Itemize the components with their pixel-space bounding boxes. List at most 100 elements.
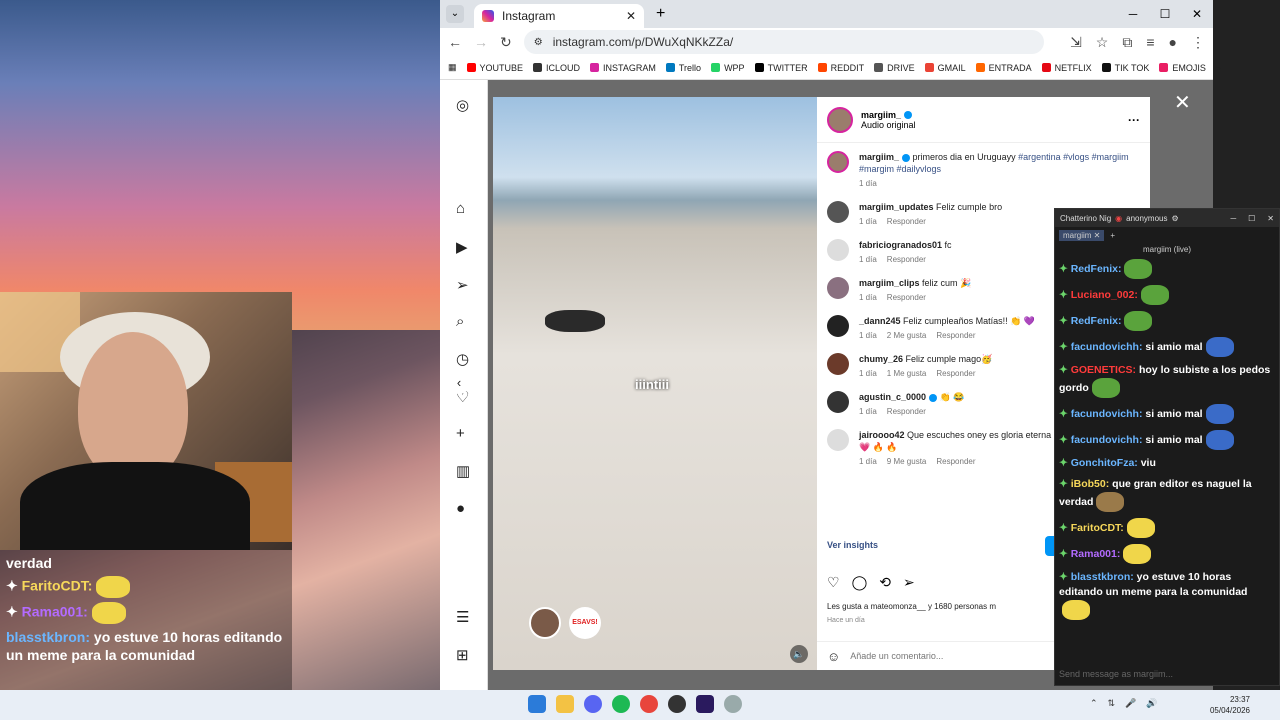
avatar[interactable]	[827, 201, 849, 223]
avatar[interactable]	[827, 315, 849, 337]
profile-icon[interactable]: ●	[1169, 34, 1177, 51]
chrome-icon[interactable]	[640, 695, 658, 713]
avatar[interactable]	[827, 106, 853, 133]
bookmark-netflix[interactable]: NETFLIX	[1041, 63, 1092, 73]
bookmark-star-icon[interactable]: ☆	[1096, 34, 1109, 51]
bookmark-entrada[interactable]: ENTRADA	[975, 63, 1032, 73]
maximize-icon[interactable]: ☐	[1248, 214, 1255, 223]
home-icon[interactable]: ⌂	[456, 200, 465, 217]
more-options-icon[interactable]: ···	[1128, 113, 1140, 127]
chat-username[interactable]: GOENETICS:	[1071, 364, 1136, 376]
bookmark-trello[interactable]: Trello	[665, 63, 701, 73]
chevron-up-icon[interactable]: ⌃	[1090, 698, 1098, 709]
reply-button[interactable]: Responder	[887, 407, 926, 416]
chatterino-icon[interactable]	[724, 695, 742, 713]
chat-username[interactable]: Luciano_002:	[1071, 289, 1138, 301]
avatar[interactable]	[827, 151, 849, 173]
install-icon[interactable]: ⇲	[1070, 34, 1082, 51]
repost-icon[interactable]: ⟲	[879, 574, 891, 591]
start-icon[interactable]	[528, 695, 546, 713]
explorer-icon[interactable]	[556, 695, 574, 713]
more-bookmarks-icon[interactable]: »	[1216, 63, 1221, 73]
menu-icon[interactable]: ⋮	[1191, 34, 1205, 51]
reply-button[interactable]: Responder	[936, 369, 975, 378]
chat-username[interactable]: facundovichh:	[1071, 341, 1143, 353]
chat-username[interactable]: facundovichh:	[1071, 434, 1143, 446]
comment-likes[interactable]: 2 Me gusta	[887, 331, 927, 340]
clock[interactable]: 23:37 05/04/2026	[1210, 694, 1250, 716]
messages-icon[interactable]: ➢	[456, 276, 469, 294]
comment-user[interactable]: agustin_c_0000	[859, 392, 926, 402]
minimize-icon[interactable]: ─	[1230, 214, 1236, 223]
extensions-icon[interactable]: ⧉	[1122, 34, 1132, 51]
chat-username[interactable]: facundovichh:	[1071, 408, 1143, 420]
avatar[interactable]	[827, 239, 849, 261]
chat-username[interactable]: RedFenix:	[1071, 263, 1122, 275]
reply-button[interactable]: Responder	[887, 293, 926, 302]
url-field[interactable]: ⚙ instagram.com/p/DWuXqNKkZZa/	[523, 30, 1044, 54]
audio-label[interactable]: Audio original	[861, 120, 916, 130]
like-icon[interactable]: ♡	[827, 574, 840, 591]
bookmark-drive[interactable]: DRIVE	[874, 63, 915, 73]
profile-icon[interactable]: ●	[456, 500, 465, 517]
minimize-icon[interactable]: ─	[1117, 7, 1149, 21]
create-icon[interactable]: +	[456, 425, 465, 442]
avatar[interactable]	[827, 429, 849, 451]
mute-icon[interactable]: 🔈	[790, 645, 808, 663]
chat-username[interactable]: FaritoCDT:	[1071, 522, 1124, 534]
collaborator-avatar-badge[interactable]: ESAVS!	[569, 607, 601, 639]
network-icon[interactable]: ⇅	[1108, 698, 1116, 709]
obs-icon[interactable]	[668, 695, 686, 713]
forward-icon[interactable]: →	[474, 34, 488, 50]
volume-icon[interactable]: 🔊	[1146, 698, 1157, 709]
reel-video[interactable]: iiintiii ESAVS! 🔈	[493, 97, 817, 670]
apps-icon[interactable]: ▦	[448, 62, 457, 73]
chat-username[interactable]: blasstkbron:	[1071, 571, 1134, 583]
comment-user[interactable]: jairoooo42	[859, 430, 905, 440]
dashboard-icon[interactable]: ▥	[456, 462, 470, 480]
bookmark-gmail[interactable]: GMAIL	[924, 63, 966, 73]
close-window-icon[interactable]: ✕	[1267, 214, 1274, 223]
share-icon[interactable]: ➢	[903, 574, 915, 591]
spotify-icon[interactable]	[612, 695, 630, 713]
chat-username[interactable]: GonchitoFza:	[1071, 457, 1138, 469]
reply-button[interactable]: Responder	[887, 255, 926, 264]
chat-username[interactable]: RedFenix:	[1071, 315, 1122, 327]
comment-user[interactable]: _dann245	[859, 316, 901, 326]
instagram-logo-icon[interactable]: ◎	[456, 96, 469, 114]
avatar[interactable]	[827, 353, 849, 375]
new-tab-icon[interactable]: +	[656, 5, 665, 23]
chat-username[interactable]: Rama001:	[1071, 548, 1121, 560]
close-window-icon[interactable]: ✕	[1181, 7, 1213, 21]
threads-icon[interactable]: ⊞	[456, 646, 469, 664]
bookmark-tiktok[interactable]: TIK TOK	[1101, 63, 1149, 73]
comment-user[interactable]: margiim_clips	[859, 278, 920, 288]
reply-button[interactable]: Responder	[887, 217, 926, 226]
bookmark-youtube[interactable]: YOUTUBE	[466, 63, 523, 73]
tab-instagram[interactable]: Instagram ✕	[474, 4, 644, 28]
bookmark-instagram[interactable]: INSTAGRAM	[590, 63, 656, 73]
premiere-icon[interactable]	[696, 695, 714, 713]
close-post-icon[interactable]: ✕	[1174, 90, 1191, 115]
bookmark-icloud[interactable]: ICLOUD	[533, 63, 580, 73]
search-icon[interactable]: ⌕	[456, 313, 464, 330]
bookmark-reddit[interactable]: REDDIT	[817, 63, 864, 73]
emoji-icon[interactable]: ☺	[827, 649, 840, 664]
back-icon[interactable]: ←	[448, 34, 462, 50]
site-info-icon[interactable]: ⚙	[534, 37, 543, 48]
view-insights-link[interactable]: Ver insights	[827, 540, 878, 550]
reply-button[interactable]: Responder	[936, 331, 975, 340]
post-author[interactable]: margiim_	[861, 110, 901, 120]
more-menu-icon[interactable]: ☰	[456, 608, 469, 626]
bookmark-wpp[interactable]: WPP	[711, 63, 745, 73]
reply-button[interactable]: Responder	[936, 457, 975, 466]
close-tab-icon[interactable]: ✕	[626, 9, 636, 23]
comment-likes[interactable]: 9 Me gusta	[887, 457, 927, 466]
comment-icon[interactable]: ◯	[852, 574, 868, 591]
comment-likes[interactable]: 1 Me gusta	[887, 369, 927, 378]
mic-icon[interactable]: 🎤	[1125, 698, 1136, 709]
add-tab-icon[interactable]: +	[1110, 231, 1115, 240]
settings-icon[interactable]: ⚙	[1171, 214, 1178, 223]
chat-input[interactable]: Send message as margiim...	[1059, 669, 1173, 679]
comment-user[interactable]: chumy_26	[859, 354, 903, 364]
